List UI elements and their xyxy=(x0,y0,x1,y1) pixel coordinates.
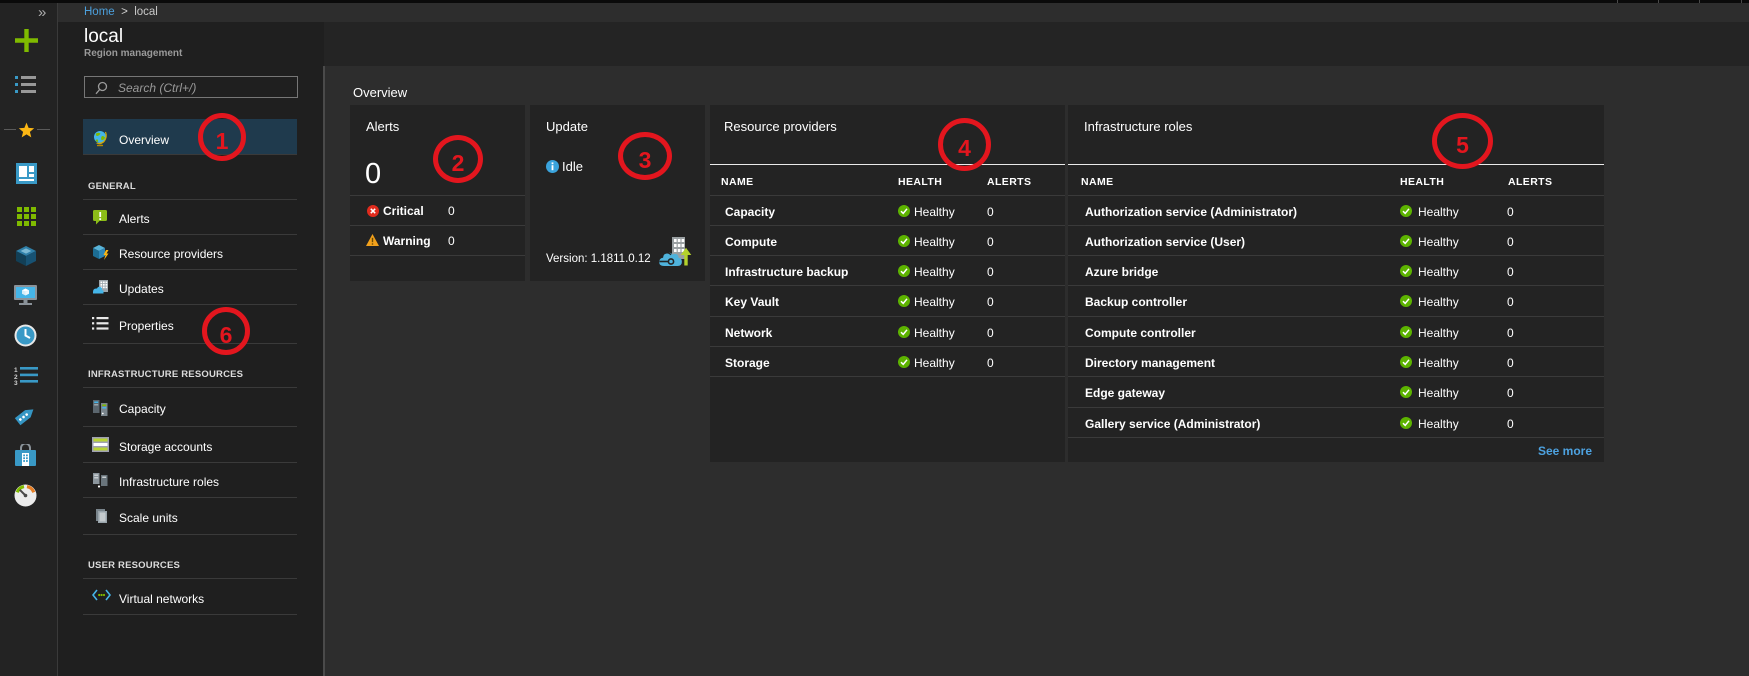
svg-text:1: 1 xyxy=(14,367,18,374)
svg-text:3: 3 xyxy=(14,380,18,385)
